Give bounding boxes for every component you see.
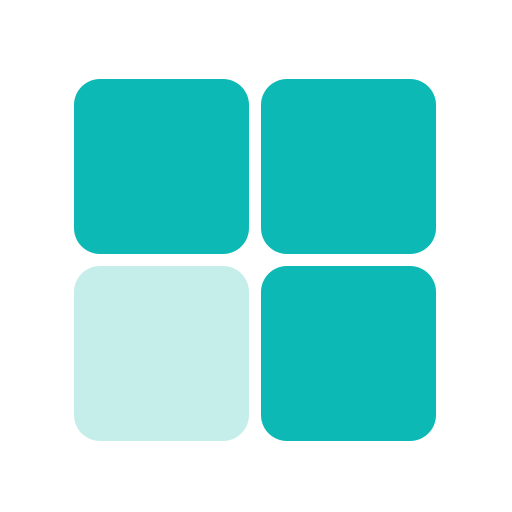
grid-tile-bottom-right <box>261 266 436 441</box>
grid-apps-icon <box>0 0 512 512</box>
grid-tile-bottom-left <box>74 266 249 441</box>
grid-tile-top-right <box>261 79 436 254</box>
grid-tile-top-left <box>74 79 249 254</box>
